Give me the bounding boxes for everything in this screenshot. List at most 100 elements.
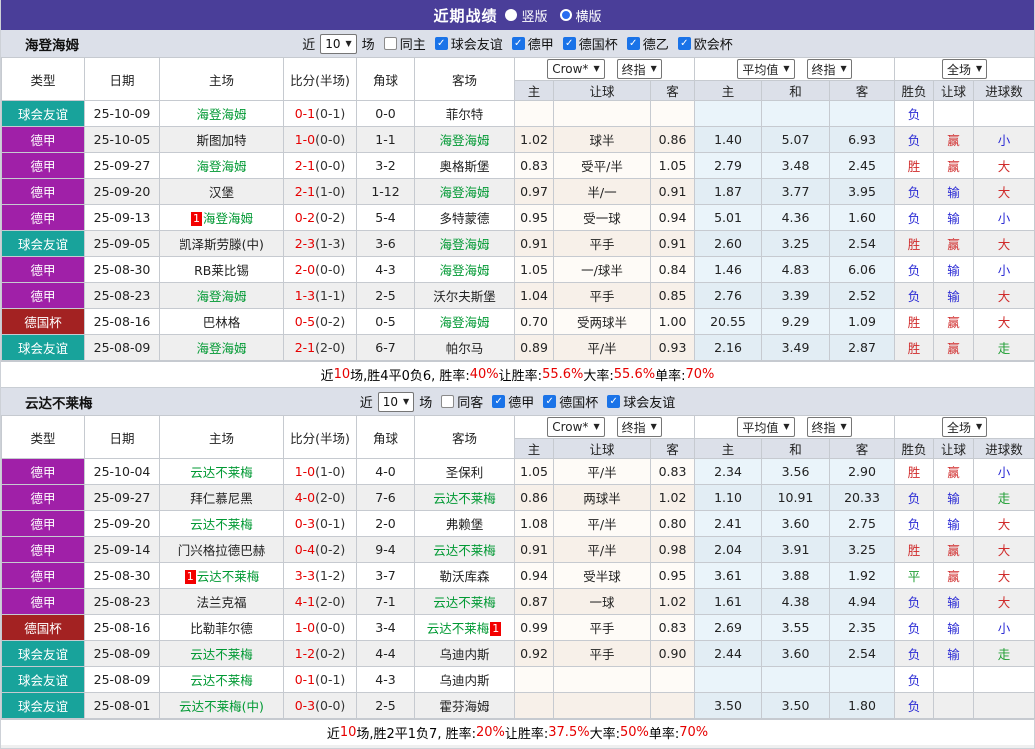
league-label[interactable]: 德甲 <box>528 34 554 53</box>
radio-unselected-icon[interactable] <box>559 9 572 21</box>
average-stage-select[interactable]: 终指 ▼ <box>806 417 852 437</box>
league-checkbox-checked[interactable]: ✓ <box>492 395 506 408</box>
same-venue-checkbox[interactable] <box>383 37 397 50</box>
crow-away-odds: 0.85 <box>650 282 695 309</box>
league-label[interactable]: 德国杯 <box>559 392 598 411</box>
result-goals: 大 <box>973 230 1035 257</box>
match-score: 2-1(0-0) <box>283 152 357 179</box>
match-count-value[interactable]: 10 <box>383 395 398 409</box>
average-select[interactable]: 平均值 ▼ <box>737 417 795 437</box>
team-label: 海登海姆 <box>439 263 490 278</box>
crow-handicap <box>553 100 651 127</box>
crow-handicap: 平/半 <box>553 510 651 537</box>
col-header-home: 主场 <box>159 57 284 101</box>
result-handicap: 输 <box>933 640 975 667</box>
league-label[interactable]: 德甲 <box>508 392 534 411</box>
match-score: 0-1(0-1) <box>283 666 357 693</box>
fulltime-select[interactable]: 全场 ▼ <box>941 59 988 79</box>
chevron-down-icon: ▼ <box>593 64 600 73</box>
home-team: 法兰克福 <box>159 588 284 615</box>
crow-away-odds: 0.91 <box>650 178 695 205</box>
radio-horizontal-layout[interactable]: 横版 <box>559 6 602 25</box>
radio-selected-icon[interactable] <box>505 9 518 21</box>
team1-summary: 近 10 场,胜4平0负6, 胜率: 40% 让胜率: 55.6% 大率: 55.6% 单… <box>1 361 1034 387</box>
red-card-marker: 1 <box>184 570 196 584</box>
col-header-away: 客场 <box>414 57 515 101</box>
fulltime-score: 3-3 <box>294 568 316 583</box>
crow-away-odds: 0.91 <box>650 230 695 257</box>
fulltime-score: 1-0 <box>294 132 316 147</box>
away-team: 云达不莱梅 <box>414 484 515 511</box>
match-type-badge: 球会友谊 <box>1 100 85 127</box>
radio-vertical-label[interactable]: 竖版 <box>521 6 547 25</box>
crow-home-odds: 0.91 <box>514 536 554 563</box>
team2-summary: 近 10 场,胜2平1负7, 胜率: 20% 让胜率: 37.5% 大率: 50% 单率:… <box>1 719 1034 745</box>
result-handicap: 输 <box>933 256 975 283</box>
match-row: 德甲 25-09-14 门兴格拉德巴赫 0-4(0-2) 9-4 云达不莱梅 0.91 平/半… <box>1 536 1035 563</box>
league-checkbox-checked[interactable]: ✓ <box>607 395 621 408</box>
match-row: 德甲 25-09-27 拜仁慕尼黑 4-0(2-0) 7-6 云达不莱梅 0.86 两球半 1.… <box>1 484 1035 511</box>
match-row: 德甲 25-10-05 斯图加特 1-0(0-0) 1-1 海登海姆 1.02 球半 0.86 1… <box>1 126 1035 153</box>
crow-home-odds <box>514 100 554 127</box>
same-venue-label[interactable]: 同客 <box>457 392 483 411</box>
crow-handicap: 受一球 <box>553 204 651 231</box>
chevron-down-icon: ▼ <box>975 64 983 73</box>
league-checkbox-checked[interactable]: ✓ <box>677 37 691 50</box>
result-outcome: 胜 <box>894 230 935 257</box>
avg-away-odds: 6.06 <box>828 256 896 283</box>
avg-home-odds <box>694 100 762 127</box>
result-goals: 走 <box>973 334 1035 361</box>
team-label: 云达不莱梅 <box>433 543 496 558</box>
fulltime-score: 2-0 <box>294 262 316 277</box>
match-type-badge: 德甲 <box>1 152 85 179</box>
league-checkbox-checked[interactable]: ✓ <box>562 37 576 50</box>
radio-horizontal-label[interactable]: 横版 <box>576 6 602 25</box>
odds-stage-select[interactable]: 终指 ▼ <box>616 417 662 437</box>
bookmaker-select[interactable]: Crow* ▼ <box>547 59 605 79</box>
league-label[interactable]: 球会友谊 <box>623 392 675 411</box>
match-count-select[interactable]: 10 ▼ <box>320 33 357 54</box>
league-label[interactable]: 球会友谊 <box>451 34 503 53</box>
fulltime-select[interactable]: 全场 ▼ <box>941 417 988 437</box>
league-label[interactable]: 德国杯 <box>579 34 618 53</box>
match-score: 1-0(0-0) <box>283 126 357 153</box>
team-label: 沃尔夫斯堡 <box>433 289 496 304</box>
same-venue-label[interactable]: 同主 <box>400 34 426 53</box>
avg-draw-odds <box>761 100 830 127</box>
crow-home-odds: 1.04 <box>514 282 554 309</box>
result-outcome: 负 <box>894 510 935 537</box>
result-handicap: 赢 <box>933 458 975 485</box>
league-checkbox-checked[interactable]: ✓ <box>511 37 525 50</box>
league-label[interactable]: 欧会杯 <box>694 34 733 53</box>
average-stage-select[interactable]: 终指 ▼ <box>806 59 852 79</box>
match-type-badge: 德甲 <box>1 562 85 589</box>
avg-home-odds: 2.04 <box>694 536 762 563</box>
sub-header-handicap: 让球 <box>553 438 651 459</box>
radio-vertical-layout[interactable]: 竖版 <box>505 6 548 25</box>
match-count-select[interactable]: 10 ▼ <box>377 391 415 412</box>
league-checkbox-checked[interactable]: ✓ <box>434 37 448 50</box>
average-select[interactable]: 平均值 ▼ <box>737 59 795 79</box>
match-date: 25-09-27 <box>84 152 160 179</box>
summary-segment: 场,胜4平0负6, 胜率: <box>350 369 470 384</box>
league-label[interactable]: 德乙 <box>643 34 669 53</box>
league-checkbox-checked[interactable]: ✓ <box>626 37 640 50</box>
odds-stage-select[interactable]: 终指 ▼ <box>616 59 662 79</box>
corner-count: 4-4 <box>356 640 415 667</box>
result-goals: 大 <box>973 510 1035 537</box>
halftime-score: (0-2) <box>315 542 346 557</box>
team-label: 海登海姆 <box>439 185 490 200</box>
summary-segment: 单率: <box>648 727 680 742</box>
league-checkbox-checked[interactable]: ✓ <box>543 395 557 408</box>
halftime-score: (0-0) <box>315 132 346 147</box>
result-outcome: 负 <box>894 126 935 153</box>
match-score: 3-3(1-2) <box>283 562 357 589</box>
avg-home-odds: 1.61 <box>694 588 762 615</box>
crow-away-odds: 0.93 <box>650 334 695 361</box>
result-outcome: 负 <box>894 100 935 127</box>
home-team: 海登海姆 <box>159 100 284 127</box>
same-venue-checkbox[interactable] <box>441 395 455 408</box>
match-count-value[interactable]: 10 <box>325 37 340 51</box>
bookmaker-select[interactable]: Crow* ▼ <box>547 417 605 437</box>
match-type-badge: 德国杯 <box>1 614 85 641</box>
